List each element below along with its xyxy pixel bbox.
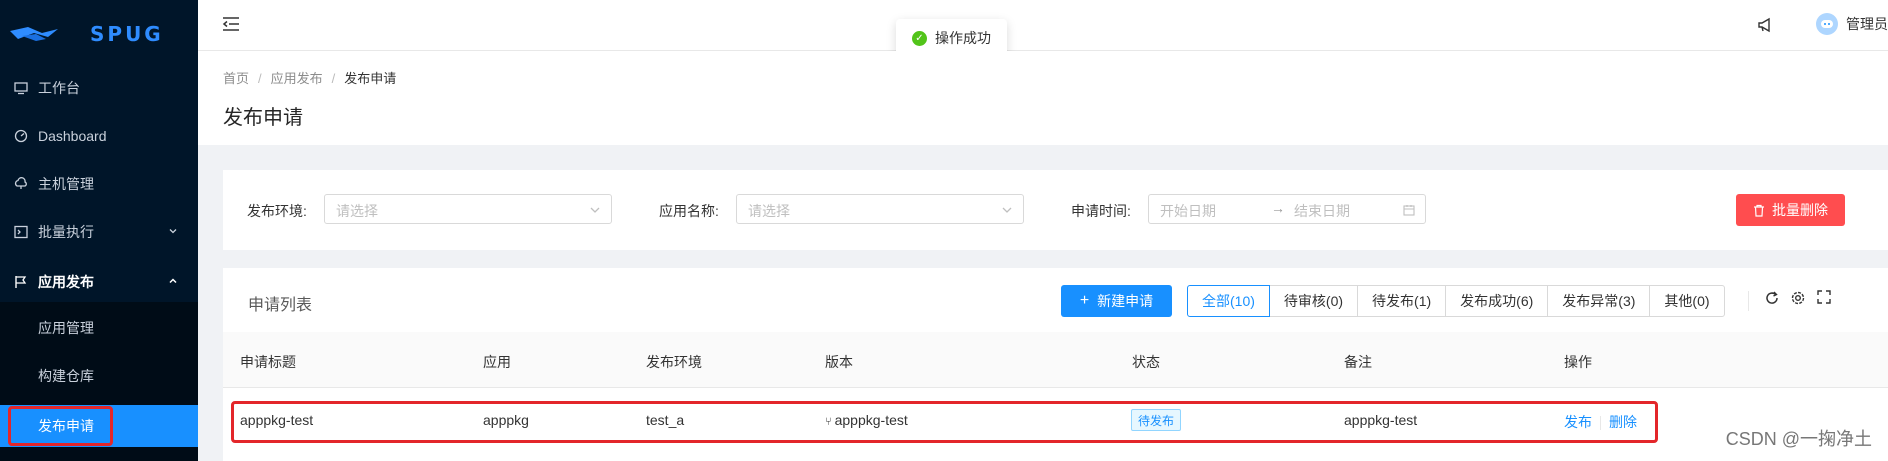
sidebar-item-label: Dashboard <box>38 128 107 144</box>
breadcrumb-home[interactable]: 首页 <box>223 71 249 86</box>
batch-delete-label: 批量删除 <box>1772 202 1828 218</box>
column-header-status: 状态 <box>1132 354 1160 370</box>
page-title: 发布申请 <box>223 107 303 129</box>
app-select[interactable]: 请选择 <box>736 194 1024 224</box>
arrow-right-icon: → <box>1271 200 1285 216</box>
breadcrumb-current: 发布申请 <box>344 71 397 86</box>
top-header: 管理员 <box>198 0 1888 51</box>
calendar-icon <box>1403 203 1415 219</box>
menu-fold-icon[interactable] <box>222 16 240 35</box>
tab-all[interactable]: 全部(10) <box>1187 285 1270 317</box>
new-request-button[interactable]: + 新建申请 <box>1061 285 1172 317</box>
start-date-input[interactable]: 开始日期 <box>1160 201 1216 221</box>
env-filter-label: 发布环境: <box>247 203 307 219</box>
sidebar-item-batch-exec[interactable]: 批量执行 <box>0 212 198 252</box>
page-header: 首页 / 应用发布 / 发布申请 发布申请 <box>198 51 1888 145</box>
toolbar-divider <box>1748 291 1749 311</box>
plus-icon: + <box>1079 292 1090 309</box>
env-select-placeholder: 请选择 <box>336 203 378 219</box>
row-highlight-box <box>231 401 1658 443</box>
dashboard-icon <box>14 129 28 143</box>
sidebar-item-hosts[interactable]: 主机管理 <box>0 164 198 204</box>
column-header-version: 版本 <box>825 354 853 370</box>
column-header-env: 发布环境 <box>646 354 702 370</box>
sidebar-item-workbench[interactable]: 工作台 <box>0 68 198 108</box>
app-logo[interactable]: SPUG <box>0 0 198 68</box>
tab-pending-deploy[interactable]: 待发布(1) <box>1357 285 1447 317</box>
breadcrumb-app-deploy[interactable]: 应用发布 <box>271 71 323 86</box>
user-name: 管理员 <box>1846 16 1888 32</box>
chevron-down-icon <box>168 225 178 239</box>
sidebar-subitem-app-manage[interactable]: 应用管理 <box>0 308 198 348</box>
terminal-icon <box>14 225 28 239</box>
watermark: CSDN @一掬净土 <box>1725 429 1872 449</box>
spug-logo-icon <box>10 27 58 41</box>
chevron-down-icon <box>1001 203 1013 219</box>
column-header-actions: 操作 <box>1564 354 1592 370</box>
column-header-remark: 备注 <box>1344 354 1372 370</box>
filter-card: 发布环境: 请选择 应用名称: 请选择 申请时间: 开始日期 → 结束日期 批量… <box>223 170 1888 250</box>
sidebar: SPUG 工作台 Dashboard 主机管理 批量执行 应用发布 应用管理 构… <box>0 0 198 461</box>
chevron-down-icon <box>589 203 601 219</box>
avatar <box>1816 13 1838 35</box>
tab-pending-review[interactable]: 待审核(0) <box>1268 285 1359 317</box>
sidebar-item-label: 应用管理 <box>38 320 94 336</box>
cloud-server-icon <box>14 177 28 191</box>
chevron-up-icon <box>168 275 178 289</box>
sidebar-item-app-deploy[interactable]: 应用发布 <box>0 262 198 302</box>
app-filter-label: 应用名称: <box>659 203 719 219</box>
sidebar-item-label: 主机管理 <box>38 176 94 192</box>
sidebar-item-label: 批量执行 <box>38 224 94 240</box>
env-select[interactable]: 请选择 <box>324 194 612 224</box>
settings-icon[interactable] <box>1790 290 1806 309</box>
flag-icon <box>14 275 28 289</box>
table-header: 申请标题 应用 发布环境 版本 状态 备注 操作 <box>223 332 1888 388</box>
check-circle-icon: ✓ <box>912 30 927 46</box>
app-select-placeholder: 请选择 <box>748 203 790 219</box>
notification-icon[interactable] <box>1756 16 1774 37</box>
highlight-box <box>8 406 113 446</box>
status-filter-tabs: 全部(10) 待审核(0) 待发布(1) 发布成功(6) 发布异常(3) 其他(… <box>1187 285 1725 317</box>
list-title: 申请列表 <box>248 297 313 314</box>
user-menu[interactable]: 管理员 <box>1816 13 1888 35</box>
sidebar-subitem-build-repo[interactable]: 构建仓库 <box>0 356 198 396</box>
tab-deploy-success[interactable]: 发布成功(6) <box>1445 285 1549 317</box>
batch-delete-button[interactable]: 批量删除 <box>1736 194 1845 226</box>
logo-text: SPUG <box>90 22 164 46</box>
sidebar-item-dashboard[interactable]: Dashboard <box>0 116 198 156</box>
monitor-icon <box>14 81 28 95</box>
toast-text: 操作成功 <box>935 30 991 46</box>
end-date-input[interactable]: 结束日期 <box>1294 201 1350 221</box>
column-header-title: 申请标题 <box>240 354 296 370</box>
delete-icon <box>1753 204 1765 217</box>
date-range-picker[interactable]: 开始日期 → 结束日期 <box>1148 194 1426 224</box>
column-header-app: 应用 <box>483 354 511 370</box>
tab-other[interactable]: 其他(0) <box>1649 285 1725 317</box>
sidebar-item-label: 工作台 <box>38 80 80 96</box>
tab-deploy-error[interactable]: 发布异常(3) <box>1547 285 1651 317</box>
new-request-label: 新建申请 <box>1097 293 1154 309</box>
breadcrumb: 首页 / 应用发布 / 发布申请 <box>223 71 397 86</box>
reload-icon[interactable] <box>1764 290 1780 309</box>
sidebar-item-label: 应用发布 <box>38 274 94 290</box>
time-filter-label: 申请时间: <box>1071 203 1131 219</box>
sidebar-item-label: 构建仓库 <box>38 368 94 384</box>
fullscreen-icon[interactable] <box>1817 290 1831 307</box>
